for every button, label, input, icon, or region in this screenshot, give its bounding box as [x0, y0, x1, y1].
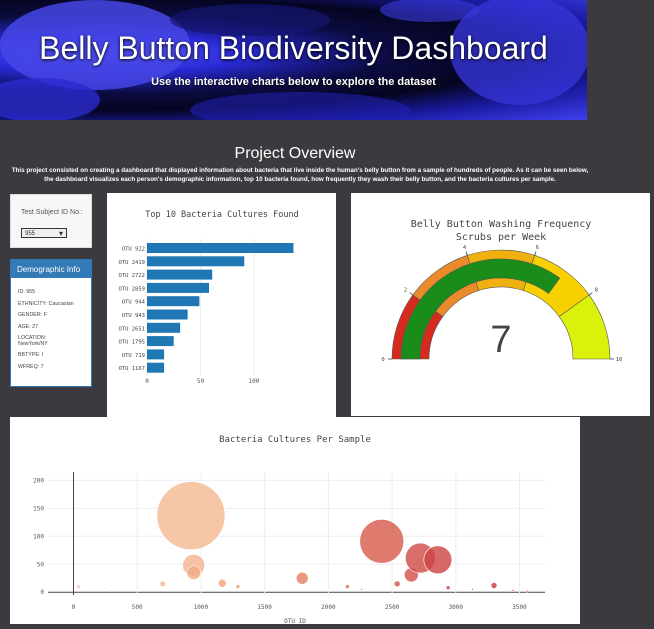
bar: [147, 362, 165, 373]
bubble-point: [235, 584, 241, 589]
bar-x-tick-label: 100: [248, 378, 259, 385]
demographic-row: LOCATION: NewYork/NY: [18, 335, 48, 347]
gauge-value: 7: [490, 319, 511, 361]
bar: [147, 282, 209, 293]
overview-text: This project consisted on creating a das…: [11, 167, 589, 183]
bubble-point: [471, 588, 474, 591]
demographic-title: Demographic Info: [11, 260, 91, 278]
bubble-x-tick-label: 1500: [257, 604, 272, 611]
bubble-chart-title: Bacteria Cultures Per Sample: [219, 435, 371, 445]
bar-x-tick-label: 50: [197, 378, 205, 385]
bubble-x-tick-label: 1000: [194, 604, 209, 611]
demographic-body: ID: 955 ETHNICITY: Caucasian GENDER: F A…: [11, 278, 91, 373]
page-subtitle: Use the interactive charts below to expl…: [151, 76, 436, 88]
gauge-tick-label: 2: [404, 288, 407, 294]
bubble-point: [393, 580, 401, 588]
bubble-x-tick-label: 500: [132, 604, 143, 611]
bar-category-label: OTU 719: [122, 353, 145, 359]
bar-category-label: OTU 944: [122, 300, 146, 306]
bubble-point: [445, 585, 451, 591]
bubble-chart[interactable]: Bacteria Cultures Per Sample 0 50 100 150 20…: [10, 417, 580, 625]
gauge-tick-label: 4: [463, 245, 467, 251]
gauge-chart[interactable]: Belly Button Washing Frequency Scrubs pe…: [351, 193, 650, 416]
bubble-point: [76, 584, 81, 589]
gauge-tick: [534, 251, 537, 256]
demographic-row: AGE: 27: [18, 323, 39, 330]
bubble-point: [295, 571, 309, 585]
bar: [147, 336, 174, 347]
bar: [147, 243, 294, 253]
bubble-point: [525, 589, 529, 593]
bubble-y-tick-label: 150: [33, 505, 44, 512]
demographic-row: WFREQ: 7: [18, 363, 44, 370]
demographic-row: GENDER: F: [18, 312, 47, 318]
bar: [147, 322, 181, 333]
bubble-x-tick-label: 0: [72, 604, 76, 611]
bar: [147, 256, 245, 267]
bubble-point: [177, 589, 181, 592]
bubble-point: [109, 589, 112, 592]
chevron-down-icon: ▾: [58, 229, 63, 238]
gauge-chart-card: Belly Button Washing Frequency Scrubs pe…: [351, 193, 650, 416]
bubble-x-tick-label: 3500: [512, 604, 527, 611]
demographic-row: ETHNICITY: Caucasian: [18, 300, 74, 307]
bubble-y-tick-label: 0: [40, 589, 44, 596]
gauge-subtitle: Scrubs per Week: [456, 232, 546, 243]
bubble-x-axis-title: OTU ID: [284, 618, 306, 624]
bar-category-label: OTU 1795: [119, 340, 146, 346]
bubble-point: [423, 545, 453, 575]
bubble-point: [511, 589, 515, 592]
subject-selector-panel: Test Subject ID No.: 955 ▾: [10, 194, 92, 248]
bar: [147, 349, 165, 360]
demographic-row: BBTYPE: I: [18, 352, 44, 358]
subject-id-value: 955: [25, 231, 36, 237]
gauge-tick: [588, 292, 593, 296]
page-title: Belly Button Biodiversity Dashboard: [39, 30, 548, 66]
gauge-title: Belly Button Washing Frequency: [411, 219, 592, 230]
bar-category-label: OTU 2651: [119, 326, 146, 332]
bubble-point: [156, 481, 226, 550]
bubble-x-tick-label: 3000: [449, 604, 464, 611]
bar-category-label: OTU 2722: [119, 273, 146, 279]
bubble-point: [345, 584, 350, 589]
subject-selector-label: Test Subject ID No.:: [21, 209, 83, 216]
bar-chart[interactable]: Top 10 Bacteria Cultures Found 0 50 100 OTU…: [107, 193, 336, 417]
bubble-y-tick-label: 200: [33, 477, 44, 484]
bubble-x-tick-label: 2000: [321, 604, 336, 611]
subject-id-select[interactable]: 955 ▾: [21, 228, 67, 238]
bubble-point: [490, 582, 498, 589]
overview-title: Project Overview: [234, 145, 356, 162]
bar: [147, 296, 200, 307]
bubble-y-tick-label: 100: [33, 533, 44, 540]
gauge-tick-label: 8: [595, 288, 598, 294]
gauge-tick-label: 10: [616, 357, 623, 363]
bar-category-label: OTU 1167: [119, 366, 146, 372]
bar-category-label: OTU 943: [122, 313, 145, 319]
demographic-row: ID: 955: [18, 289, 36, 295]
bar-category-label: OTU 2859: [119, 286, 146, 292]
bubble-point: [360, 588, 363, 591]
bar-category-label: OTU 2419: [119, 260, 146, 266]
bubble-point: [186, 565, 202, 580]
bubble-point: [217, 578, 227, 588]
gauge-tick-label: 6: [536, 245, 539, 251]
bubble-y-tick-label: 50: [37, 561, 45, 568]
bar-x-tick-label: 0: [145, 378, 149, 385]
bar-chart-title: Top 10 Bacteria Cultures Found: [145, 210, 299, 220]
header-banner: Belly Button Biodiversity Dashboard Use …: [0, 0, 587, 120]
demographic-panel: Demographic Info ID: 955 ETHNICITY: Cauc…: [10, 259, 92, 387]
bubble-chart-card: Bacteria Cultures Per Sample 0 50 100 150 20…: [10, 417, 580, 625]
gauge-tick: [465, 251, 468, 256]
bar: [147, 269, 213, 280]
bar: [147, 309, 188, 320]
bar-chart-card: Top 10 Bacteria Cultures Found 0 50 100 OTU…: [107, 193, 336, 417]
gauge-tick: [409, 292, 414, 296]
bar-category-label: OTU 922: [122, 247, 145, 253]
gauge-tick-label: 0: [381, 357, 384, 363]
bubble-x-tick-label: 2500: [385, 604, 400, 611]
bubble-point: [359, 519, 405, 564]
bubble-point: [159, 580, 166, 588]
